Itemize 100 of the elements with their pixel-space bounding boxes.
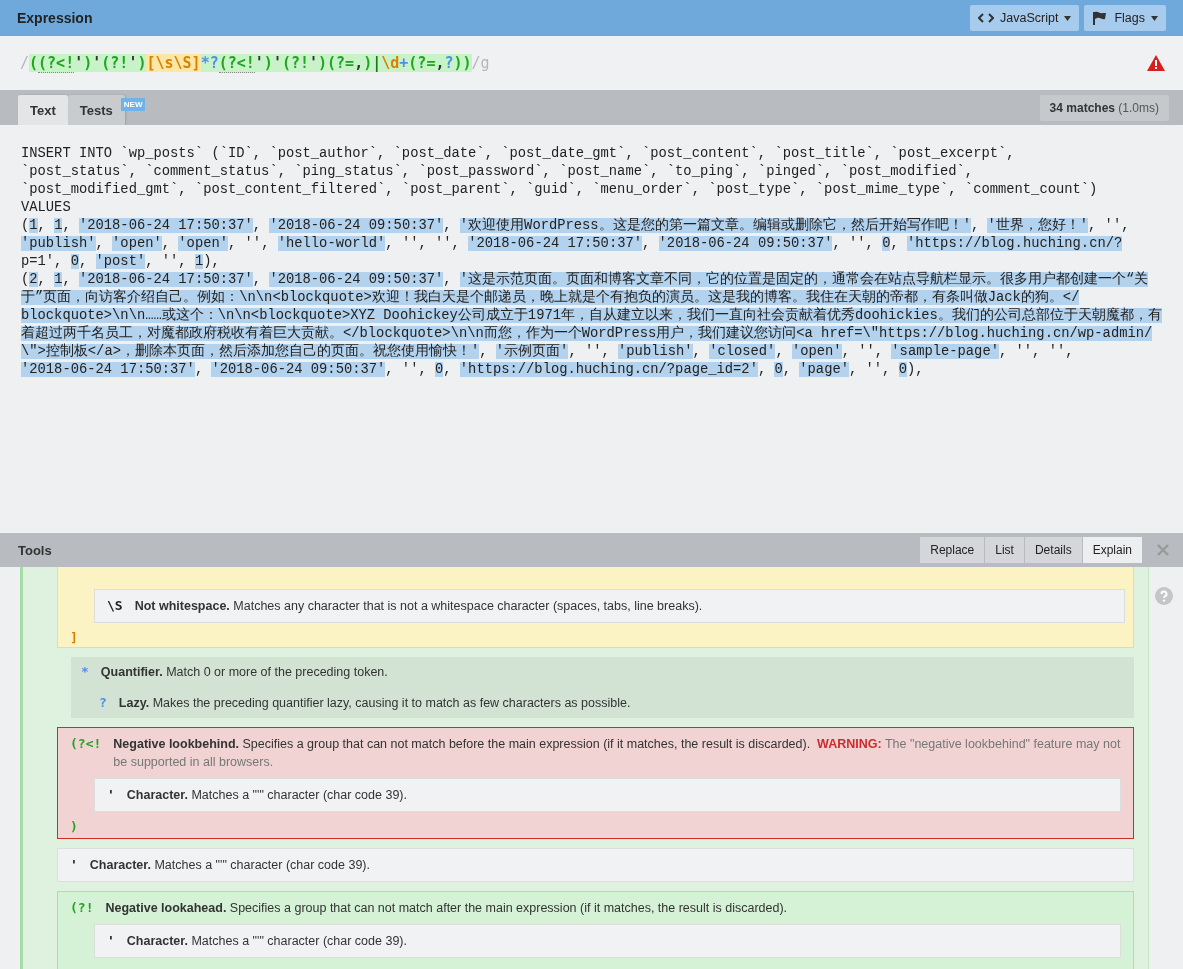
token-label: \S bbox=[107, 598, 123, 613]
match-highlight: 'post' bbox=[95, 254, 146, 269]
code-text: ), bbox=[906, 362, 924, 377]
code-text: , bbox=[692, 344, 702, 359]
code-icon bbox=[978, 12, 995, 24]
code-text: , '', bbox=[145, 254, 188, 269]
code-text: , '', '', bbox=[998, 344, 1075, 359]
match-highlight: 'open' bbox=[112, 236, 162, 251]
code-text: , bbox=[782, 362, 793, 377]
tools-tab[interactable]: List bbox=[985, 537, 1024, 563]
tools-tab[interactable]: Explain bbox=[1082, 537, 1142, 563]
match-highlight: '2018-06-24 09:50:37' bbox=[269, 218, 444, 233]
close-icon[interactable] bbox=[1157, 544, 1169, 556]
token-label: ' bbox=[70, 857, 78, 872]
token-label: (?! bbox=[70, 900, 94, 915]
code-text: , '', bbox=[568, 344, 611, 359]
code-text: , '', bbox=[849, 362, 892, 377]
token-label: * bbox=[81, 664, 89, 679]
token-label: ? bbox=[99, 695, 107, 710]
code-text: , '', bbox=[385, 362, 428, 377]
language-button[interactable]: JavaScript bbox=[970, 5, 1080, 31]
code-text: , bbox=[95, 236, 105, 251]
code-text: , bbox=[62, 272, 72, 287]
code-text: , '', bbox=[1088, 218, 1131, 233]
code-text: INSERT INTO `wp_posts` (`ID`, `post_author`, `post_date`, `post_date_gmt`, `post_content`, `post_title`, `post_excerpt`, bbox=[21, 146, 1016, 161]
code-text: , bbox=[62, 218, 72, 233]
tab[interactable]: Text bbox=[18, 95, 68, 125]
new-badge: NEW bbox=[120, 98, 146, 111]
code-text: , bbox=[37, 272, 47, 287]
explanation-text: Character. Matches a "'" character (char code 39). bbox=[126, 933, 407, 950]
match-highlight: 0 bbox=[774, 362, 783, 377]
code-text: , '', bbox=[832, 236, 875, 251]
match-highlight: 'publish' bbox=[21, 236, 96, 251]
match-highlight: 'https://blog.huching.cn/?page_id=2' bbox=[459, 362, 758, 377]
tab[interactable]: Tests bbox=[67, 95, 125, 125]
code-text: , bbox=[252, 272, 263, 287]
tools-tab[interactable]: Details bbox=[1024, 537, 1082, 563]
match-highlight: 'sample-page' bbox=[891, 344, 999, 359]
code-text: , bbox=[890, 236, 900, 251]
match-highlight: 2 bbox=[29, 272, 38, 287]
tools-title: Tools bbox=[18, 542, 52, 558]
code-text: , bbox=[78, 254, 89, 269]
code-text: , bbox=[252, 218, 263, 233]
code-text: , bbox=[443, 362, 453, 377]
match-highlight: '2018-06-24 09:50:37' bbox=[269, 272, 444, 287]
match-highlight: 'https://blog.huching.cn/? bbox=[907, 236, 1123, 251]
match-highlight: 1 bbox=[194, 254, 204, 269]
flags-button[interactable]: Flags bbox=[1084, 5, 1166, 31]
code-text: , bbox=[443, 272, 453, 287]
match-highlight: \">控制板</a>，删除本页面，然后添加您自己的页面。祝您使用愉快！' bbox=[21, 344, 480, 359]
match-highlight: 1 bbox=[29, 218, 38, 233]
code-text: , '', '', bbox=[385, 236, 461, 251]
code-text: , bbox=[479, 344, 489, 359]
caret-icon bbox=[1064, 15, 1072, 21]
match-highlight: 'hello-world' bbox=[277, 236, 386, 251]
explanation-text: Negative lookahead. Specifies a group that can not match after the main expression (if it matches, the result is discarded). bbox=[105, 900, 788, 917]
code-text: , bbox=[37, 218, 47, 233]
match-highlight: 0 bbox=[435, 362, 444, 377]
match-highlight: blockquote>\n\n……或这个：\n\n<blockquote>XYZ Doohickey公司成立于1971年，自从建立以来，我们一直向社会贡献着优秀doohickies。我们的公司总部位于天朝魔都，有 bbox=[21, 308, 1162, 323]
match-highlight: 'open' bbox=[178, 236, 228, 251]
code-text: , bbox=[775, 344, 785, 359]
code-text: `post_status`, `comment_status`, `ping_status`, `post_password`, `post_name`, `to_ping`, `pinged`, `post_modified`, bbox=[21, 164, 975, 179]
explanation-text: Character. Matches a "'" character (char code 39). bbox=[126, 787, 407, 804]
match-highlight: '欢迎使用WordPress。这是您的第一篇文章。编辑或删除它，然后开始写作吧！' bbox=[459, 218, 971, 233]
tools-tab[interactable]: Replace bbox=[920, 537, 985, 563]
token-label: ' bbox=[107, 933, 115, 948]
code-text: ), bbox=[203, 254, 220, 269]
match-highlight: 'closed' bbox=[709, 344, 776, 359]
match-highlight: '这是示范页面。页面和博客文章不同，它的位置是固定的，通常会在站点导航栏显示。很多用户都创建一个“关 bbox=[459, 272, 1149, 287]
code-text: , '', bbox=[841, 344, 885, 359]
match-highlight: 'open' bbox=[791, 344, 842, 359]
match-highlight: 于”页面，向访客介绍自己。例如：\n\n<blockquote>欢迎！我白天是个邮递员，晚上就是个有抱负的演员。这是我的博客。我住在天朝的帝都，有条叫做Jack的狗。</ bbox=[21, 290, 1080, 305]
match-highlight: '2018-06-24 09:50:37' bbox=[211, 362, 386, 377]
match-highlight: 0 bbox=[898, 362, 907, 377]
regex-expression[interactable]: /((?<!')'(?!')[\s\S]*?(?<!')'(?!')(?=,)|\d+(?=,?))/g bbox=[20, 54, 490, 72]
match-count: 34 matches (1.0ms) bbox=[1039, 94, 1169, 121]
code-text: , bbox=[642, 236, 652, 251]
help-icon[interactable] bbox=[1155, 587, 1173, 605]
code-text: `post_modified_gmt`, `post_content_filtered`, `post_parent`, `guid`, `menu_order`, `post_type`, `post_mime_type`, `comment_count`) bbox=[21, 182, 1099, 197]
match-highlight: '2018-06-24 17:50:37' bbox=[78, 218, 253, 233]
code-text: ( bbox=[21, 218, 30, 233]
match-highlight: '2018-06-24 17:50:37' bbox=[468, 236, 642, 251]
match-highlight: '示例页面' bbox=[495, 344, 569, 359]
header-title: Expression bbox=[17, 10, 93, 26]
explanation-text: Character. Matches a "'" character (char code 39). bbox=[89, 857, 370, 874]
code-text: , bbox=[443, 218, 453, 233]
code-text: p=1', bbox=[21, 254, 64, 269]
code-text: ( bbox=[21, 272, 30, 287]
match-highlight: 0 bbox=[70, 254, 79, 269]
flag-icon bbox=[1092, 11, 1109, 25]
match-highlight: 1 bbox=[54, 272, 63, 287]
token-label: ) bbox=[70, 819, 79, 834]
match-highlight: 0 bbox=[882, 236, 891, 251]
explanation-text: Lazy. Makes the preceding quantifier lazy, causing it to match as few characters as possible. bbox=[118, 695, 631, 712]
match-highlight: 'publish' bbox=[618, 344, 693, 359]
caret-icon bbox=[1151, 15, 1158, 21]
code-text: , '', bbox=[228, 236, 271, 251]
explanation-text: Negative lookbehind. Specifies a group that can not match before the main expression (if it matches, the result is discarded). WARNING: The "negative lookbehind" feature may not be supported in all browsers. bbox=[113, 736, 1121, 771]
code-text: , bbox=[161, 236, 172, 251]
match-highlight: '2018-06-24 17:50:37' bbox=[78, 272, 253, 287]
